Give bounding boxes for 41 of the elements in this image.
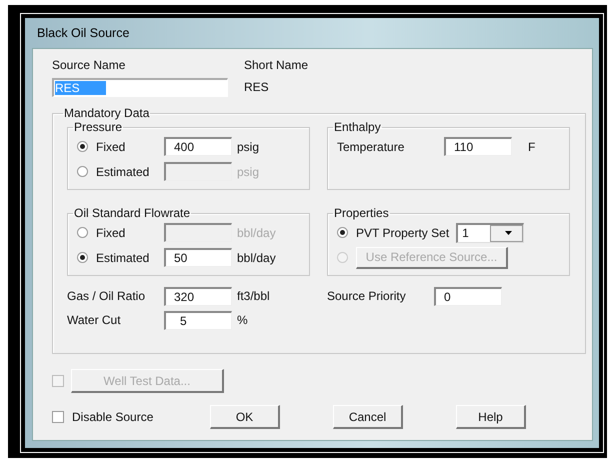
group-title: Enthalpy	[333, 120, 382, 134]
window-title: Black Oil Source	[36, 25, 130, 42]
caret-icon[interactable]	[490, 224, 524, 242]
input-field[interactable]: 50	[164, 248, 232, 267]
input-field[interactable]: 110	[444, 137, 512, 156]
unit-label: bbl/day	[237, 250, 276, 264]
group-title: Mandatory Data	[63, 106, 150, 120]
dialog-button[interactable]: OK	[210, 405, 280, 429]
field-label: Water Cut	[67, 313, 122, 327]
radio-label: Estimated	[96, 164, 150, 178]
unit-label: F	[528, 140, 536, 154]
group-title: Properties	[333, 206, 390, 220]
dialog-button[interactable]: Cancel	[333, 405, 403, 429]
input-field[interactable]: 320	[164, 286, 232, 306]
field-label: Source Priority	[327, 289, 407, 303]
radio-button[interactable]	[77, 141, 88, 152]
unit-label: bbl/day	[237, 226, 276, 240]
dialog-button[interactable]: Help	[456, 405, 526, 429]
radio-label: Fixed	[96, 140, 126, 154]
unit-label: psig	[237, 164, 260, 178]
field-label: Source Name	[52, 58, 126, 72]
radio-button[interactable]	[77, 252, 88, 263]
group-title: Oil Standard Flowrate	[73, 206, 192, 220]
field-label: Gas / Oil Ratio	[67, 289, 146, 303]
input-field[interactable]: 5	[164, 310, 232, 330]
radio-label: PVT Property Set	[356, 226, 450, 240]
unit-label: psig	[237, 140, 260, 154]
input-field[interactable]: 0	[434, 286, 502, 306]
short-name-value: RES	[244, 79, 270, 96]
radio-label: Fixed	[96, 226, 126, 240]
input-field[interactable]: 400	[164, 137, 232, 156]
radio-button[interactable]	[337, 227, 348, 238]
unit-label: %	[237, 313, 248, 327]
field-label: Temperature	[337, 140, 406, 154]
radio-label: Estimated	[96, 250, 150, 264]
checkbox[interactable]	[52, 411, 64, 423]
group-title: Pressure	[73, 120, 124, 134]
field-label: Short Name	[244, 58, 308, 72]
checkbox-label: Disable Source	[72, 410, 154, 424]
dropdown[interactable]: 1	[456, 222, 524, 242]
unit-label: ft3/bbl	[237, 289, 270, 303]
